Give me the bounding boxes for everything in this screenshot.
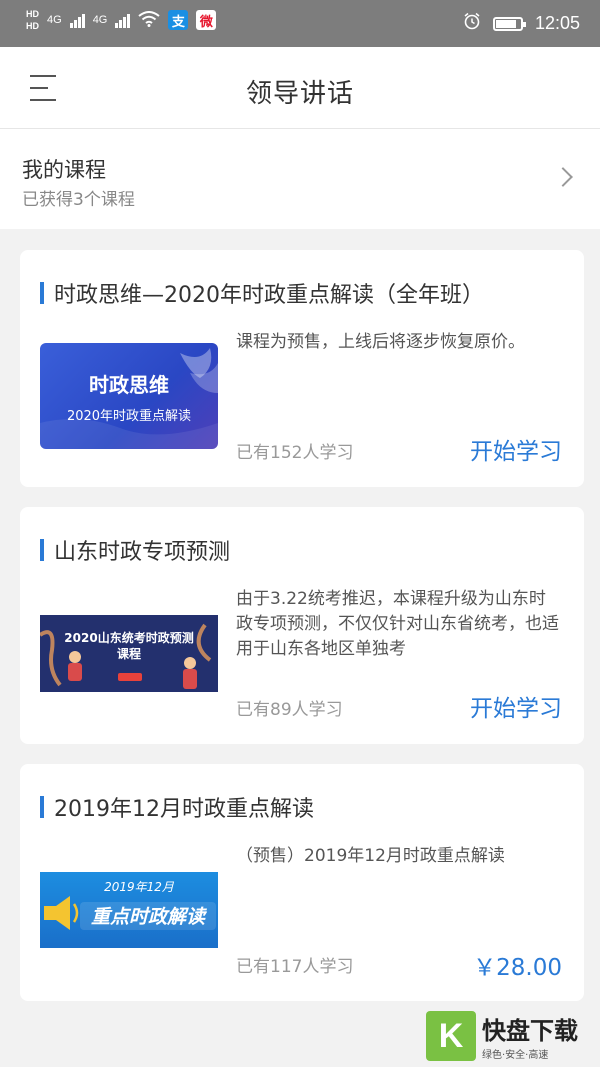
learner-count: 已有117人学习 bbox=[236, 957, 354, 977]
watermark-sub-text: 绿色·安全·高速 bbox=[482, 1050, 549, 1061]
course-card[interactable]: 时政思维—2020年时政重点解读（全年班） 时政思维 2020年时政重点解读 课… bbox=[20, 250, 584, 487]
status-left: HD HD 4G 4G 支 微 bbox=[26, 8, 217, 32]
top-nav-bar: 领导讲话 bbox=[0, 47, 600, 129]
watermark-k-icon: K bbox=[426, 1011, 476, 1061]
course-card[interactable]: 山东时政专项预测 2020山东统考时政预测 课程 由于3.22统考推迟，本课程升… bbox=[20, 507, 584, 744]
thumb-title: 时政思维 bbox=[89, 373, 169, 397]
page-title: 领导讲话 bbox=[245, 79, 354, 109]
course-thumbnail: 2020山东统考时政预测 课程 bbox=[40, 615, 218, 692]
start-learning-button[interactable]: 开始学习 bbox=[470, 689, 562, 723]
signal-icon bbox=[69, 12, 85, 28]
status-bar: HD HD 4G 4G 支 微 12:05 bbox=[0, 0, 600, 47]
hd-indicator: HD HD bbox=[26, 8, 39, 32]
status-time: 12:05 bbox=[534, 13, 580, 33]
course-thumbnail: 2019年12月 重点时政解读 bbox=[40, 872, 218, 948]
weibo-icon: 微 bbox=[196, 10, 217, 30]
status-right: 12:05 bbox=[463, 12, 580, 35]
watermark-logo: K 快盘下载 绿色·安全·高速 bbox=[426, 1008, 596, 1064]
hd-bottom-label: HD bbox=[26, 21, 39, 31]
thumb-subtitle: 2020年时政重点解读 bbox=[66, 409, 192, 424]
start-learning-button[interactable]: 开始学习 bbox=[470, 432, 562, 466]
course-title: 时政思维—2020年时政重点解读（全年班） bbox=[40, 277, 484, 309]
course-description: （预售）2019年12月时政重点解读 bbox=[236, 846, 505, 866]
course-title: 山东时政专项预测 bbox=[40, 534, 230, 566]
thumb-title: 2020山东统考时政预测 bbox=[64, 631, 194, 645]
hd-top-label: HD bbox=[26, 9, 39, 19]
learner-count: 已有89人学习 bbox=[236, 700, 343, 720]
signal-icon bbox=[115, 12, 131, 28]
wifi-icon bbox=[138, 10, 160, 30]
chevron-right-icon bbox=[553, 167, 573, 187]
course-price: ￥28.00 bbox=[473, 955, 562, 981]
my-courses-row[interactable]: 我的课程 已获得3个课程 bbox=[0, 129, 600, 229]
thumb-subtitle: 课程 bbox=[116, 647, 141, 661]
course-description: 由于3.22统考推迟，本课程升级为山东时政专项预测，不仅仅针对山东省统考，也适用… bbox=[236, 589, 559, 659]
alipay-icon: 支 bbox=[168, 10, 189, 30]
my-courses-subtitle: 已获得3个课程 bbox=[22, 190, 135, 210]
watermark-main-text: 快盘下载 bbox=[482, 1017, 578, 1045]
course-title: 2019年12月时政重点解读 bbox=[40, 791, 314, 823]
my-courses-title: 我的课程 bbox=[22, 158, 106, 182]
battery-icon bbox=[492, 16, 526, 31]
thumb-title: 2019年12月 bbox=[104, 880, 174, 894]
network-type-2: 4G bbox=[92, 14, 108, 26]
alarm-icon bbox=[463, 12, 481, 35]
course-card[interactable]: 2019年12月时政重点解读 2019年12月 重点时政解读 （预售）2019年… bbox=[20, 764, 584, 1001]
network-type-1: 4G bbox=[47, 14, 62, 26]
thumb-subtitle: 重点时政解读 bbox=[90, 906, 205, 928]
course-description: 课程为预售，上线后将逐步恢复原价。 bbox=[236, 332, 525, 352]
course-thumbnail: 时政思维 2020年时政重点解读 bbox=[40, 343, 218, 449]
learner-count: 已有152人学习 bbox=[236, 443, 354, 463]
